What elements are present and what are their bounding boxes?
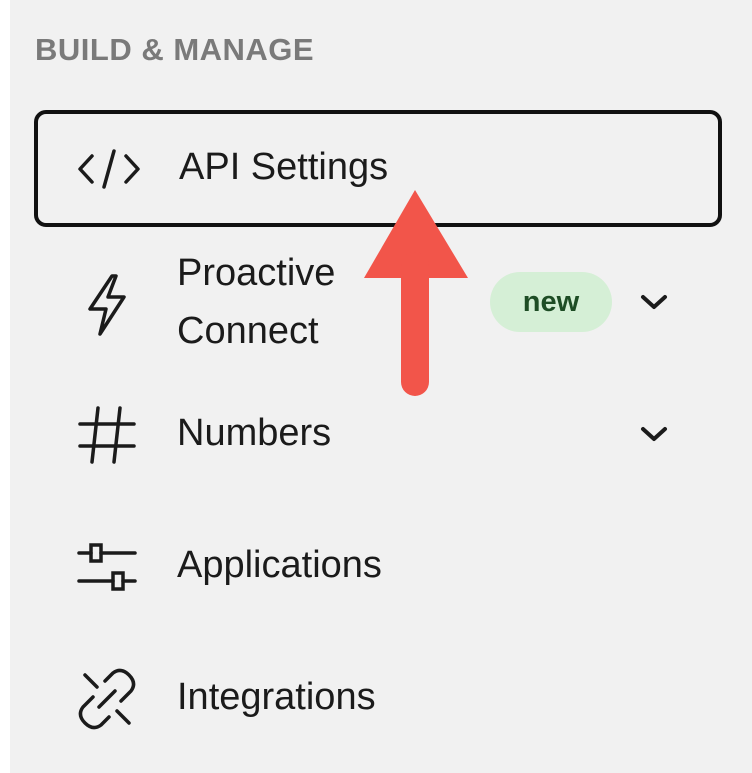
code-icon <box>76 136 142 202</box>
label-line-1: Proactive <box>177 252 336 294</box>
new-badge: new <box>490 272 612 332</box>
sidebar-item-label: Proactive Connect <box>177 244 335 360</box>
sidebar-item-label: Applications <box>177 544 382 586</box>
section-title: BUILD & MANAGE <box>35 32 315 67</box>
sidebar-item-label: API Settings <box>179 146 389 188</box>
lightning-icon <box>74 272 140 338</box>
sidebar-item-label: Integrations <box>177 676 376 718</box>
sidebar-item-label: Numbers <box>177 412 332 454</box>
hash-icon <box>74 402 140 468</box>
label-line-2: Connect <box>177 310 319 352</box>
applications-icon <box>74 534 140 600</box>
link-icon <box>74 666 140 732</box>
sidebar-item-integrations[interactable]: Integrations <box>34 664 722 734</box>
annotation-arrow-icon <box>364 190 468 396</box>
sidebar-item-applications[interactable]: Applications <box>34 532 722 602</box>
chevron-down-icon[interactable] <box>634 282 674 322</box>
chevron-down-icon[interactable] <box>634 414 674 454</box>
sidebar-item-numbers[interactable]: Numbers <box>34 400 722 470</box>
